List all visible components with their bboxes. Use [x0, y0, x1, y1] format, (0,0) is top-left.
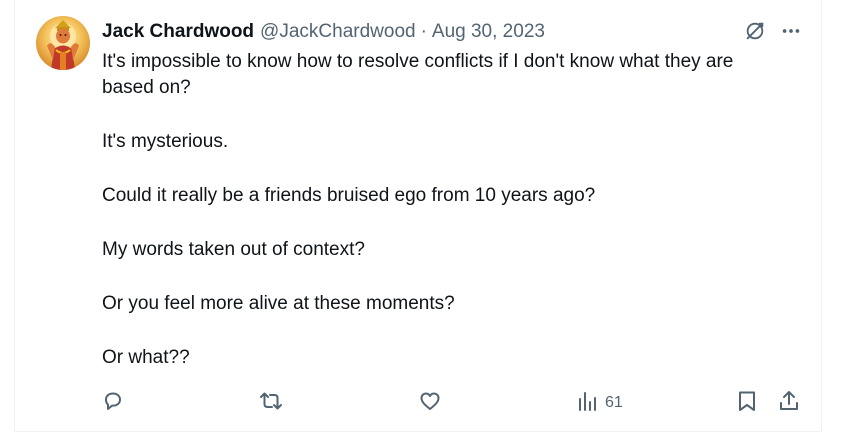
bookmark-icon [736, 389, 758, 418]
tweet-paragraph: My words taken out of context? [102, 239, 365, 260]
tweet-header: Jack Chardwood @JackChardwood · Aug 30, … [102, 20, 545, 44]
views-icon [577, 389, 599, 418]
reply-button[interactable] [101, 388, 125, 418]
retweet-button[interactable] [258, 388, 284, 418]
retweet-icon [258, 389, 284, 418]
share-button[interactable] [777, 388, 801, 418]
share-icon [777, 389, 801, 418]
separator-dot: · [420, 21, 427, 42]
views-count: 61 [605, 394, 623, 411]
avatar-image [36, 16, 90, 70]
avatar[interactable] [36, 16, 90, 70]
author-handle[interactable]: @JackChardwood [260, 20, 416, 44]
author-name[interactable]: Jack Chardwood [102, 20, 254, 44]
tweet-paragraph: Could it really be a friends bruised ego… [102, 185, 596, 206]
tweet-paragraph: Or you feel more alive at these moments? [102, 293, 455, 314]
like-button[interactable] [418, 388, 442, 418]
more-icon[interactable] [780, 20, 802, 42]
tweet-top-actions [744, 20, 802, 42]
tweet-paragraph: Or what?? [102, 347, 190, 368]
tweet-paragraph: It's mysterious. [102, 131, 229, 152]
views-button[interactable]: 61 [577, 388, 623, 418]
tweet-text: It's impossible to know how to resolve c… [102, 49, 782, 371]
tweet-paragraph: It's impossible to know how to resolve c… [102, 51, 734, 98]
like-icon [418, 389, 442, 418]
bookmark-button[interactable] [736, 388, 758, 418]
tweet-date[interactable]: Aug 30, 2023 [432, 20, 545, 44]
tweet-action-bar: 61 [0, 388, 844, 418]
grok-icon[interactable] [744, 20, 766, 42]
reply-icon [101, 389, 125, 418]
